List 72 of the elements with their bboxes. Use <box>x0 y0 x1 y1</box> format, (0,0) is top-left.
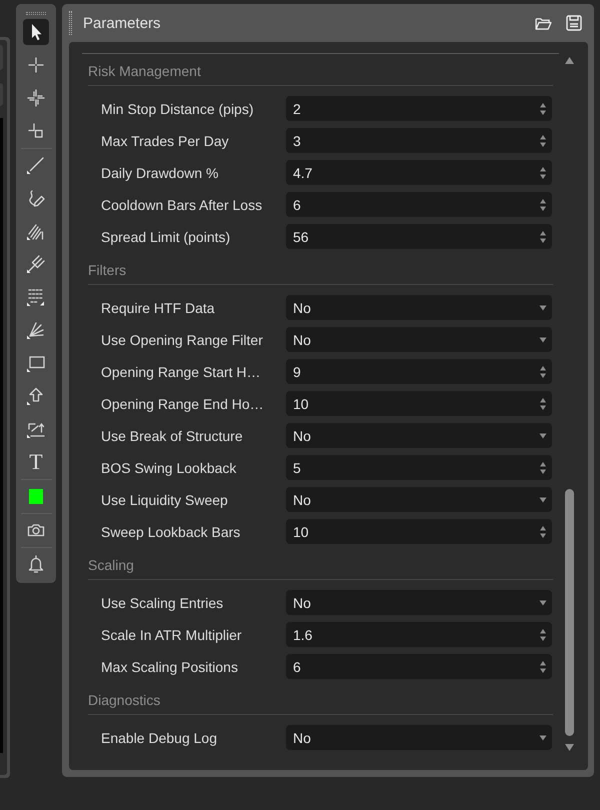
stepper-arrows-icon[interactable] <box>539 460 547 474</box>
number-field[interactable]: 10 <box>286 519 552 544</box>
number-field[interactable]: 4.7 <box>286 160 552 185</box>
stepper-arrows-icon[interactable] <box>539 628 547 642</box>
scrollbar-thumb[interactable] <box>565 489 574 736</box>
section-title: Diagnostics <box>88 692 160 708</box>
number-field[interactable]: 5 <box>286 455 552 480</box>
caret-icon <box>539 496 547 502</box>
stepper-arrows-icon[interactable] <box>539 524 547 538</box>
parameter-label: Max Trades Per Day <box>101 132 230 148</box>
caret-icon <box>539 432 547 438</box>
stepper-arrows-icon[interactable] <box>539 364 547 378</box>
crosshair-icon <box>26 55 46 75</box>
stepper-arrows-icon[interactable] <box>539 396 547 410</box>
parameter-label: Spread Limit (points) <box>101 228 232 244</box>
folder-icon[interactable] <box>535 16 552 30</box>
parameter-label: Min Stop Distance (pips) <box>101 100 255 116</box>
fan-lines-icon <box>26 320 46 340</box>
caret-icon <box>539 304 547 310</box>
number-field[interactable]: 9 <box>286 359 552 384</box>
dropdown-field[interactable]: No <box>286 295 552 320</box>
parameter-label: Sweep Lookback Bars <box>101 524 242 540</box>
number-field[interactable]: 2 <box>286 96 552 121</box>
panel-title: Parameters <box>83 14 162 32</box>
stepper-arrows-icon[interactable] <box>539 102 547 116</box>
line-icon <box>26 155 46 175</box>
parameter-label: Cooldown Bars After Loss <box>101 196 264 212</box>
parameter-label: Opening Range End Ho… <box>101 396 265 412</box>
double-crosshair-icon <box>26 88 46 108</box>
drag-handle[interactable] <box>69 11 72 35</box>
dashed-lines-icon <box>26 287 46 307</box>
number-field[interactable]: 6 <box>286 654 552 679</box>
parameter-label: Use Opening Range Filter <box>101 332 264 348</box>
parameter-label: Opening Range Start H… <box>101 364 262 380</box>
parameter-label: Use Break of Structure <box>101 428 244 444</box>
dropdown-field[interactable]: No <box>286 590 552 615</box>
text-tool-button[interactable]: T <box>23 449 49 475</box>
scroll-down-arrow-icon[interactable] <box>565 744 574 751</box>
pitchfork-icon <box>26 254 46 274</box>
parameter-label: Scale In ATR Multiplier <box>101 626 243 642</box>
save-icon[interactable] <box>566 15 582 31</box>
caret-icon <box>539 734 547 740</box>
parameter-label: BOS Swing Lookback <box>101 460 238 476</box>
caret-icon <box>539 600 547 606</box>
stepper-arrows-icon[interactable] <box>539 134 547 148</box>
section-title: Risk Management <box>88 63 201 79</box>
caret-icon <box>539 336 547 342</box>
number-field[interactable]: 10 <box>286 391 552 416</box>
tool-button[interactable] <box>23 19 49 45</box>
number-field[interactable]: 6 <box>286 192 552 217</box>
dropdown-field[interactable]: No <box>286 327 552 352</box>
parameter-label: Use Scaling Entries <box>101 594 224 610</box>
bell-icon <box>26 554 46 574</box>
number-field[interactable]: 56 <box>286 224 552 249</box>
parameter-label: Daily Drawdown % <box>101 164 220 180</box>
section-title: Scaling <box>88 557 134 573</box>
stepper-arrows-icon[interactable] <box>539 166 547 180</box>
dropdown-field[interactable]: No <box>286 423 552 448</box>
dropdown-field[interactable]: No <box>286 487 552 512</box>
section-title: Filters <box>88 262 126 278</box>
parameter-label: Enable Debug Log <box>101 730 218 746</box>
number-field[interactable]: 1.6 <box>286 622 552 647</box>
parameter-label: Use Liquidity Sweep <box>101 492 229 508</box>
stepper-arrows-icon[interactable] <box>539 660 547 674</box>
parameter-label: Max Scaling Positions <box>101 658 239 674</box>
stepper-arrows-icon[interactable] <box>539 198 547 212</box>
stepper-arrows-icon[interactable] <box>539 230 547 244</box>
parameter-label: Require HTF Data <box>101 300 216 316</box>
number-field[interactable]: 3 <box>286 128 552 153</box>
scroll-up-arrow-icon[interactable] <box>565 57 574 64</box>
drag-handle[interactable] <box>26 12 46 15</box>
dropdown-field[interactable]: No <box>286 725 552 750</box>
